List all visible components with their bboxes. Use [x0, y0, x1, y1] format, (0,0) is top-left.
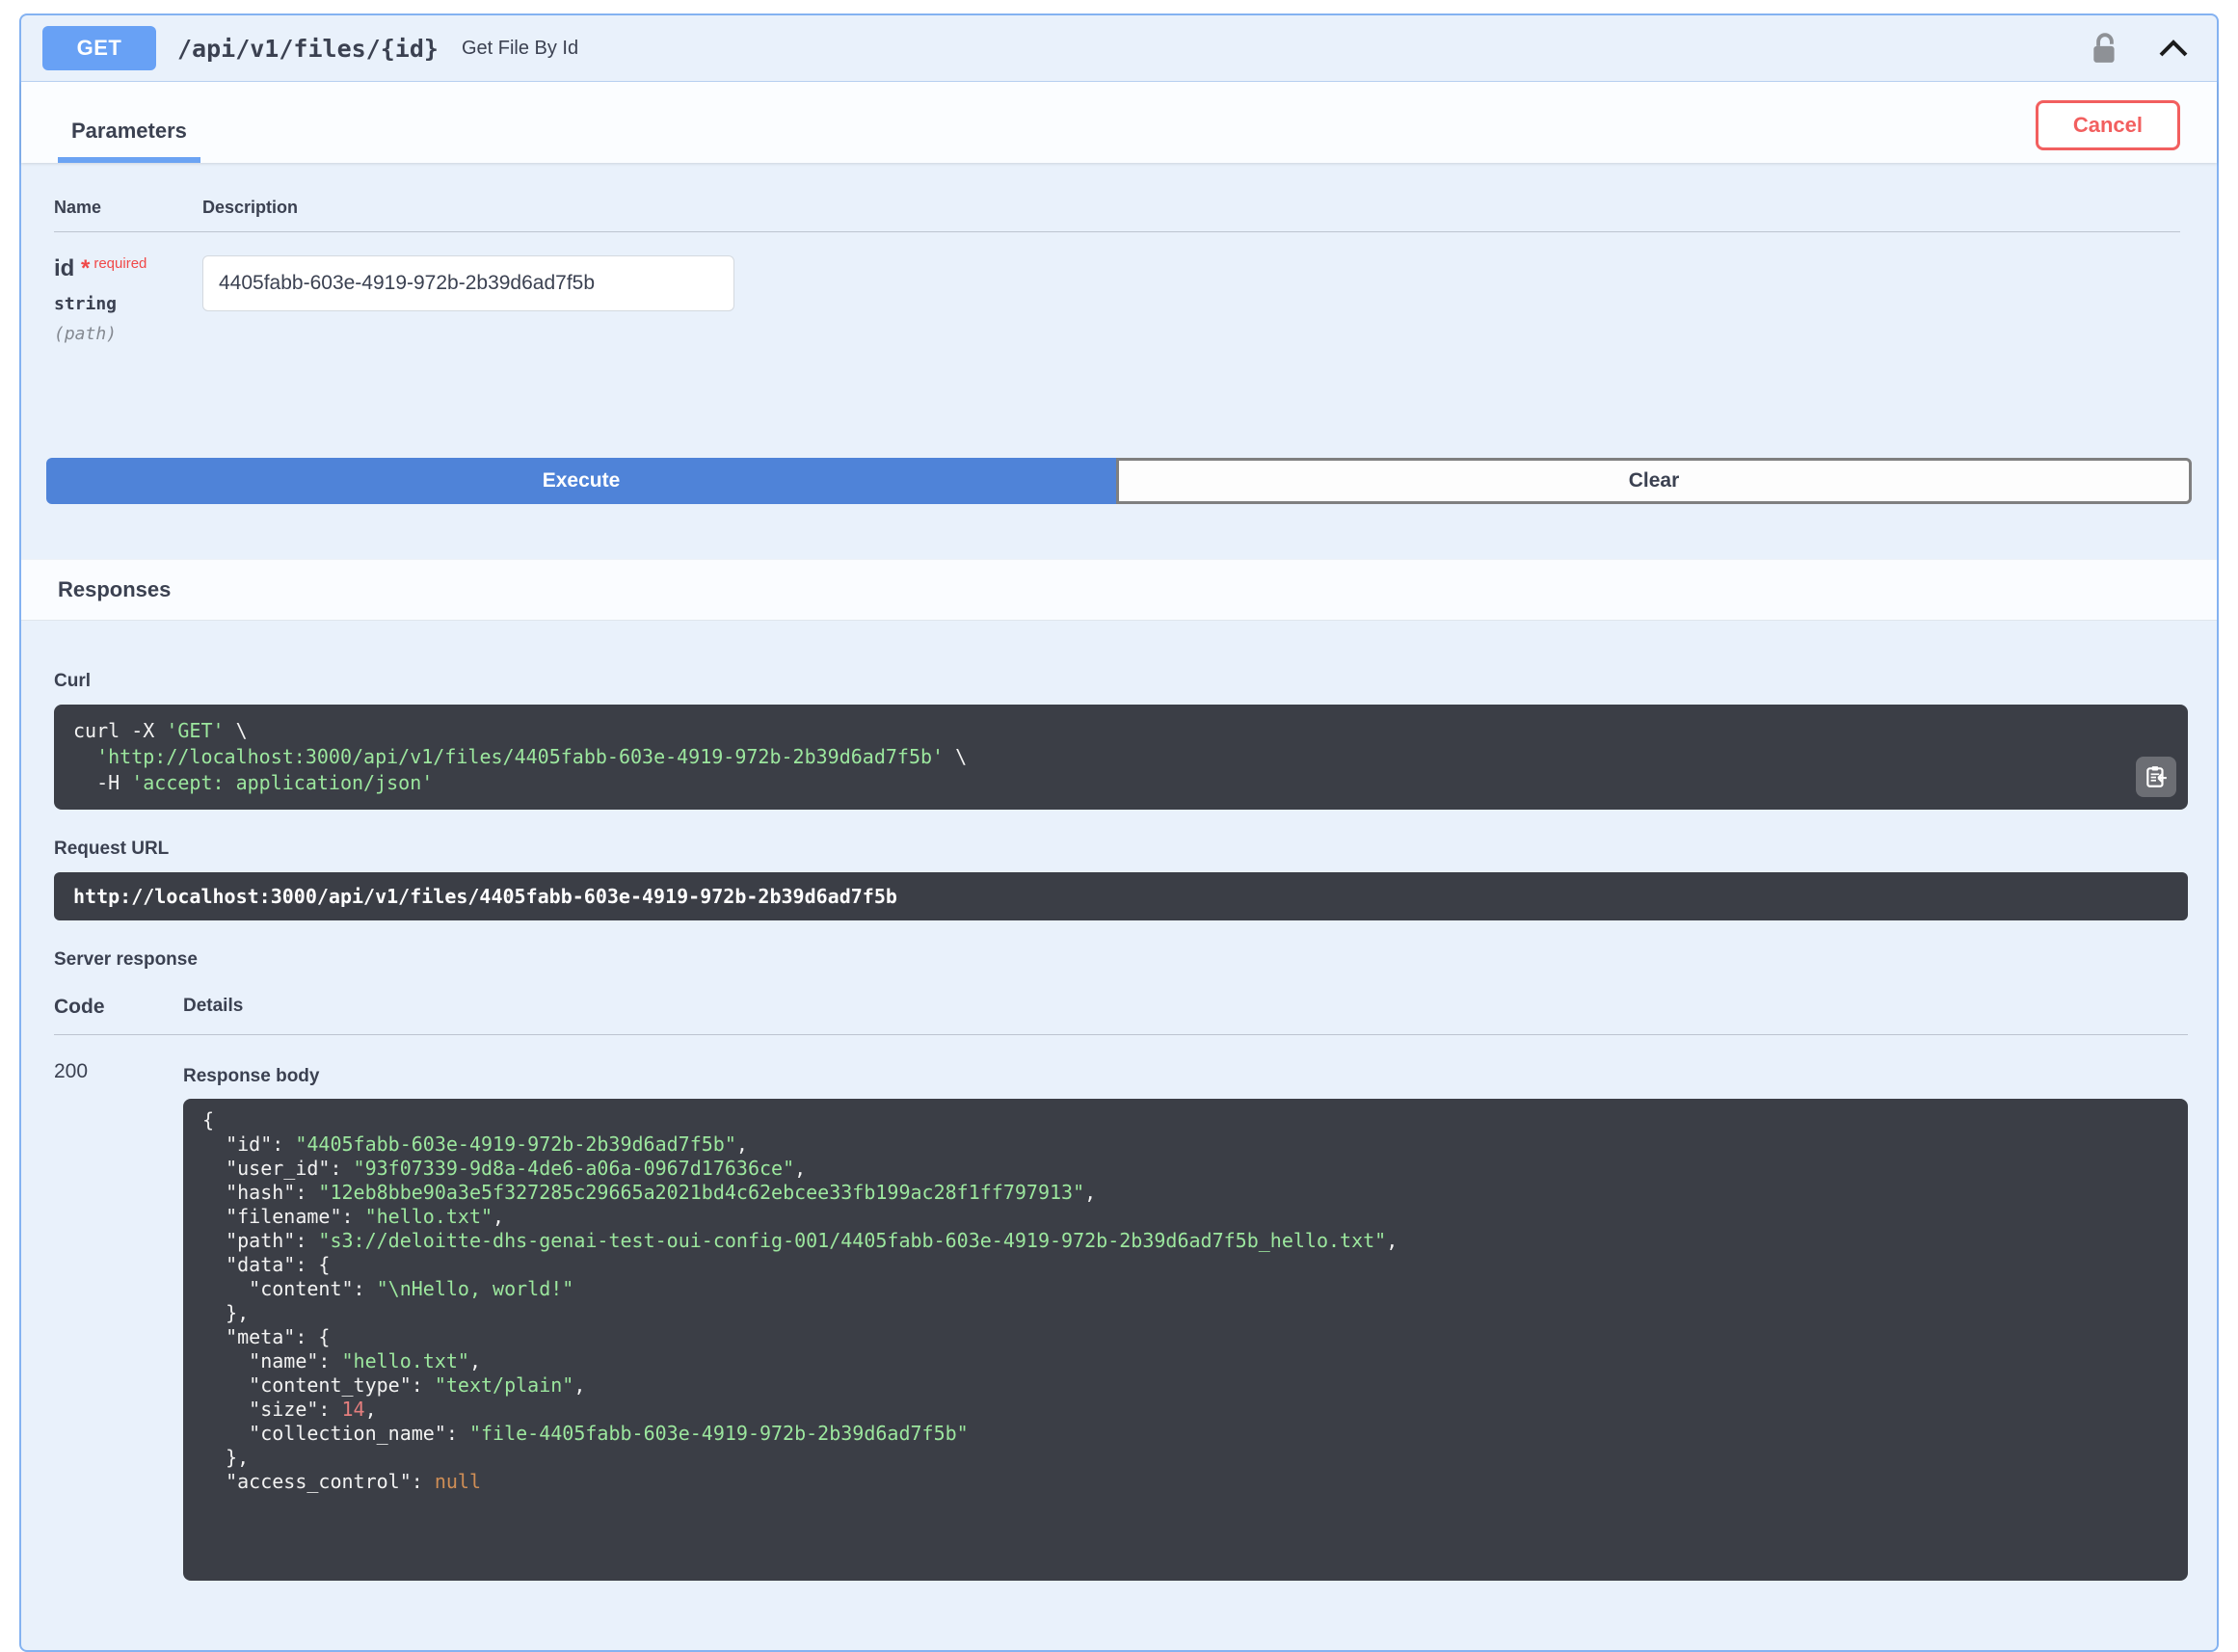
endpoint-summary-bar[interactable]: GET /api/v1/files/{id} Get File By Id: [21, 15, 2217, 82]
chevron-up-icon[interactable]: [2157, 38, 2190, 59]
required-asterisk: *: [81, 255, 91, 281]
tab-parameters: Parameters: [58, 107, 200, 163]
description-column-header: Description: [202, 198, 299, 217]
responses-content: Curl curl -X 'GET' \ 'http://localhost:3…: [21, 621, 2217, 1581]
opblock-get-file-by-id: GET /api/v1/files/{id} Get File By Id Pa…: [19, 13, 2219, 1652]
execute-button[interactable]: Execute: [46, 458, 1116, 504]
clipboard-copy-icon[interactable]: [2136, 757, 2176, 797]
parameter-id-input[interactable]: [202, 255, 734, 311]
parameters-table-headers: Name Description: [54, 198, 2180, 232]
response-body-json: { "id": "4405fabb-603e-4919-972b-2b39d6a…: [183, 1099, 2188, 1581]
name-column-header: Name: [54, 198, 102, 217]
endpoint-path: /api/v1/files/{id}: [177, 34, 439, 63]
server-response-label: Server response: [54, 949, 198, 970]
server-response-row: 200 Response body { "id": "4405fabb-603e…: [54, 1035, 2188, 1581]
endpoint-description: Get File By Id: [461, 37, 579, 59]
parameter-location: (path): [54, 324, 118, 344]
request-url-label: Request URL: [54, 839, 170, 859]
request-url-value: http://localhost:3000/api/v1/files/4405f…: [54, 872, 2188, 920]
parameters-table: Name Description id * required string (pa…: [21, 163, 2217, 344]
parameter-description-cell: [202, 255, 2180, 344]
method-badge: GET: [42, 26, 156, 70]
response-details-cell: Response body { "id": "4405fabb-603e-491…: [183, 1060, 2188, 1581]
unlock-icon[interactable]: [2091, 32, 2118, 65]
execute-row: Execute Clear: [46, 458, 2192, 504]
curl-label: Curl: [54, 671, 91, 691]
server-response-table-headers: Code Details: [54, 996, 2188, 1035]
clear-button[interactable]: Clear: [1116, 458, 2192, 504]
code-column-header: Code: [54, 996, 105, 1018]
status-code: 200: [54, 1060, 89, 1082]
parameter-name: id: [54, 255, 75, 281]
required-label: required: [93, 255, 147, 272]
response-body-label: Response body: [183, 1066, 320, 1086]
responses-heading: Responses: [21, 559, 2217, 621]
parameter-name-cell: id * required string (path): [54, 255, 202, 344]
parameter-row-id: id * required string (path): [54, 232, 2180, 344]
parameter-type: string: [54, 294, 118, 314]
details-column-header: Details: [183, 996, 244, 1016]
curl-command: curl -X 'GET' \ 'http://localhost:3000/a…: [54, 705, 2188, 810]
cancel-button[interactable]: Cancel: [2035, 100, 2180, 150]
parameters-section-header: Parameters Cancel: [21, 82, 2217, 163]
